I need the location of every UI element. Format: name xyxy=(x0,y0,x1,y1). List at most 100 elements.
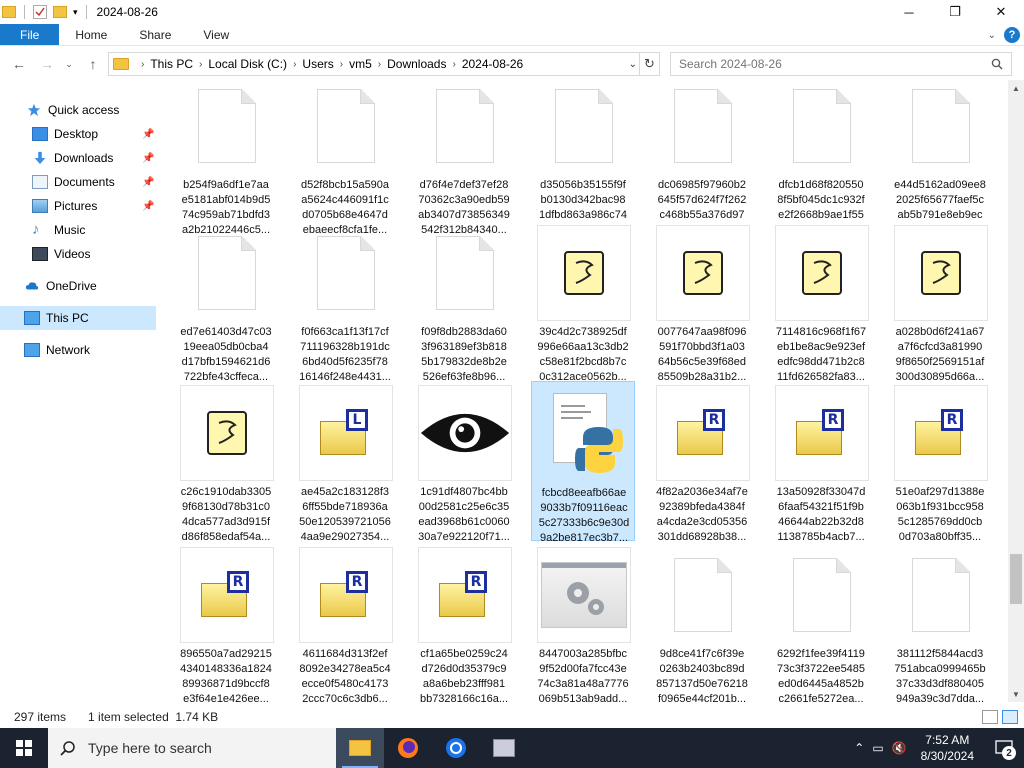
pin-icon[interactable]: 📌 xyxy=(142,201,154,212)
crumb-downloads[interactable]: Downloads xyxy=(387,57,446,71)
nav-network[interactable]: Network xyxy=(0,338,160,362)
search-input[interactable] xyxy=(679,57,979,71)
file-item[interactable]: 39c4d2c738925df 996e66aa13c3db2 c58e81f2… xyxy=(531,221,635,383)
file-name[interactable]: 9d8ce41f7c6f39e 0263b2403bc89d 857137d50… xyxy=(654,647,750,702)
file-name[interactable]: 896550a7ad29215 4340148336a1824 89936871… xyxy=(178,647,274,702)
file-item[interactable]: f09f8db2883da60 3f963189ef3b818 5b179832… xyxy=(412,221,516,383)
file-name[interactable]: 0077647aa98f096 591f70bbd3f1a03 64b56c5e… xyxy=(654,325,750,385)
nav-documents[interactable]: Documents 📌 xyxy=(0,170,160,194)
file-name[interactable]: a028b0d6f241a67 a7f6cfcd3a81990 9f8650f2… xyxy=(892,325,988,385)
file-item[interactable]: 1c91df4807bc4bb 00d2581c25e6c35 ead3968b… xyxy=(412,381,516,543)
file-item[interactable]: b254f9a6df1e7aa e5181abf014b9d5 74c959ab… xyxy=(174,80,278,236)
chevron-right-icon[interactable]: › xyxy=(340,59,343,70)
nav-quick-access[interactable]: Quick access xyxy=(0,98,160,122)
file-thumbnail[interactable] xyxy=(656,225,750,321)
file-item[interactable]: fcbcd8eeafb66ae 9033b7f09116eac 5c27333b… xyxy=(531,381,635,544)
file-name[interactable]: 13a50928f33047d 6faaf54321f51f9b 46644ab… xyxy=(773,485,869,545)
tab-home[interactable]: Home xyxy=(59,24,123,45)
scrollbar-thumb[interactable] xyxy=(1010,554,1022,604)
file-thumbnail[interactable]: R xyxy=(894,385,988,481)
file-name[interactable]: 8447003a285bfbc 9f52d00fa7fcc43e 74c3a81… xyxy=(535,647,631,702)
file-thumbnail[interactable]: R xyxy=(775,385,869,481)
chevron-right-icon[interactable]: › xyxy=(452,59,455,70)
pin-icon[interactable]: 📌 xyxy=(142,153,154,164)
tab-share[interactable]: Share xyxy=(123,24,187,45)
file-item[interactable]: a028b0d6f241a67 a7f6cfcd3a81990 9f8650f2… xyxy=(888,221,992,383)
file-thumbnail[interactable] xyxy=(894,547,988,643)
file-item[interactable]: dfcb1d68f820550 8f5bf045dc1c932f e2f2668… xyxy=(769,80,873,236)
file-name[interactable]: 51e0af297d1388e 063b1f931bcc958 5c128576… xyxy=(892,485,988,545)
file-item[interactable]: Lae45a2c183128f3 6ff55bde718936a 50e1205… xyxy=(293,381,397,543)
file-name[interactable]: f09f8db2883da60 3f963189ef3b818 5b179832… xyxy=(416,325,512,385)
file-name[interactable]: f0f663ca1f13f17cf 711196328b191dc 6bd40d… xyxy=(297,325,393,385)
file-name[interactable]: 1c91df4807bc4bb 00d2581c25e6c35 ead3968b… xyxy=(416,485,512,545)
recent-locations-button[interactable]: ⌄ xyxy=(58,53,80,75)
file-thumbnail[interactable]: R xyxy=(180,547,274,643)
file-item[interactable]: f0f663ca1f13f17cf 711196328b191dc 6bd40d… xyxy=(293,221,397,383)
help-icon[interactable]: ? xyxy=(1004,27,1020,43)
file-thumbnail[interactable] xyxy=(537,80,631,174)
file-thumbnail[interactable] xyxy=(537,225,631,321)
file-thumbnail[interactable] xyxy=(180,385,274,481)
show-hidden-icons-chevron-icon[interactable]: ⌃ xyxy=(854,741,864,755)
file-thumbnail[interactable] xyxy=(537,547,631,643)
file-item[interactable]: 0077647aa98f096 591f70bbd3f1a03 64b56c5e… xyxy=(650,221,754,383)
file-item[interactable]: 381112f5844acd3 751abca0999465b 37c33d3d… xyxy=(888,543,992,702)
chrome-taskbar-button[interactable] xyxy=(432,728,480,768)
file-name[interactable]: 39c4d2c738925df 996e66aa13c3db2 c58e81f2… xyxy=(535,325,631,385)
maximize-button[interactable]: ❐ xyxy=(932,0,978,24)
file-name[interactable]: ae45a2c183128f3 6ff55bde718936a 50e12053… xyxy=(297,485,393,545)
file-item[interactable]: d52f8bcb15a590a a5624c446091f1c d0705b68… xyxy=(293,80,397,236)
file-thumbnail[interactable] xyxy=(775,547,869,643)
file-item[interactable]: c26c1910dab3305 9f68130d78b31c0 4dca577a… xyxy=(174,381,278,543)
file-thumbnail[interactable] xyxy=(656,547,750,643)
refresh-button[interactable]: ↻ xyxy=(640,52,660,76)
file-thumbnail[interactable] xyxy=(538,386,632,482)
crumb-current-folder[interactable]: 2024-08-26 xyxy=(462,57,523,71)
nav-this-pc[interactable]: This PC xyxy=(0,306,156,330)
crumb-this-pc[interactable]: This PC xyxy=(150,57,193,71)
chevron-right-icon[interactable]: › xyxy=(378,59,381,70)
file-thumbnail[interactable] xyxy=(180,80,274,174)
file-item[interactable]: d35056b35155f9f b0130d342bac98 1dfbd863a… xyxy=(531,80,635,236)
nav-downloads[interactable]: Downloads 📌 xyxy=(0,146,160,170)
address-bar[interactable]: › This PC › Local Disk (C:) › Users › vm… xyxy=(108,52,640,76)
crumb-vm5[interactable]: vm5 xyxy=(349,57,372,71)
file-item[interactable]: 6292f1fee39f4119 73c3f3722ee5485 ed0d644… xyxy=(769,543,873,702)
nav-pictures[interactable]: Pictures 📌 xyxy=(0,194,160,218)
file-thumbnail[interactable]: R xyxy=(299,547,393,643)
file-item[interactable]: R 51e0af297d1388e 063b1f931bcc958 5c12857… xyxy=(888,381,992,543)
file-name[interactable]: ed7e61403d47c03 19eea05db0cba4 d17bfb159… xyxy=(178,325,274,385)
file-item[interactable]: dc06985f97960b2 645f57d624f7f262 c468b55… xyxy=(650,80,754,236)
file-thumbnail[interactable] xyxy=(299,80,393,174)
crumb-local-disk[interactable]: Local Disk (C:) xyxy=(208,57,287,71)
firefox-taskbar-button[interactable] xyxy=(384,728,432,768)
file-name[interactable]: 4f82a2036e34af7e 92389bfeda4384f a4cda2e… xyxy=(654,485,750,545)
close-button[interactable]: ✕ xyxy=(978,0,1024,24)
address-dropdown-chevron-icon[interactable]: ⌄ xyxy=(629,53,637,75)
file-thumbnail[interactable] xyxy=(418,385,512,481)
start-button[interactable] xyxy=(0,728,48,768)
file-item[interactable]: 7114816c968f1f67 eb1be8ac9e923ef edfc98d… xyxy=(769,221,873,383)
file-thumbnail[interactable] xyxy=(418,80,512,174)
crumb-users[interactable]: Users xyxy=(302,57,333,71)
customize-toolbar-chevron-icon[interactable]: ▾ xyxy=(73,7,78,18)
file-item[interactable]: R 13a50928f33047d 6faaf54321f51f9b 46644a… xyxy=(769,381,873,543)
scroll-up-arrow-icon[interactable]: ▲ xyxy=(1008,80,1024,96)
file-name[interactable]: cf1a65be0259c24 d726d0d35379c9 a8a6beb23… xyxy=(416,647,512,702)
file-item[interactable]: d76f4e7def37ef28 70362c3a90edb59 ab3407d… xyxy=(412,80,516,236)
chevron-right-icon[interactable]: › xyxy=(141,59,144,70)
file-explorer-taskbar-button[interactable] xyxy=(336,728,384,768)
file-thumbnail[interactable] xyxy=(894,225,988,321)
tab-file[interactable]: File xyxy=(0,24,60,45)
vertical-scrollbar[interactable]: ▲ ▼ xyxy=(1008,80,1024,702)
file-thumbnail[interactable] xyxy=(894,80,988,174)
terminal-taskbar-button[interactable] xyxy=(480,728,528,768)
file-thumbnail[interactable] xyxy=(656,80,750,174)
file-thumbnail[interactable] xyxy=(180,225,274,321)
clock[interactable]: 7:52 AM 8/30/2024 xyxy=(921,732,974,764)
file-item[interactable]: R 4611684d313f2ef 8092e34278ea5c4 ecce0f5… xyxy=(293,543,397,702)
file-name[interactable]: c26c1910dab3305 9f68130d78b31c0 4dca577a… xyxy=(178,485,274,545)
details-view-icon[interactable] xyxy=(982,710,998,724)
large-icons-view-icon[interactable] xyxy=(1002,710,1018,724)
